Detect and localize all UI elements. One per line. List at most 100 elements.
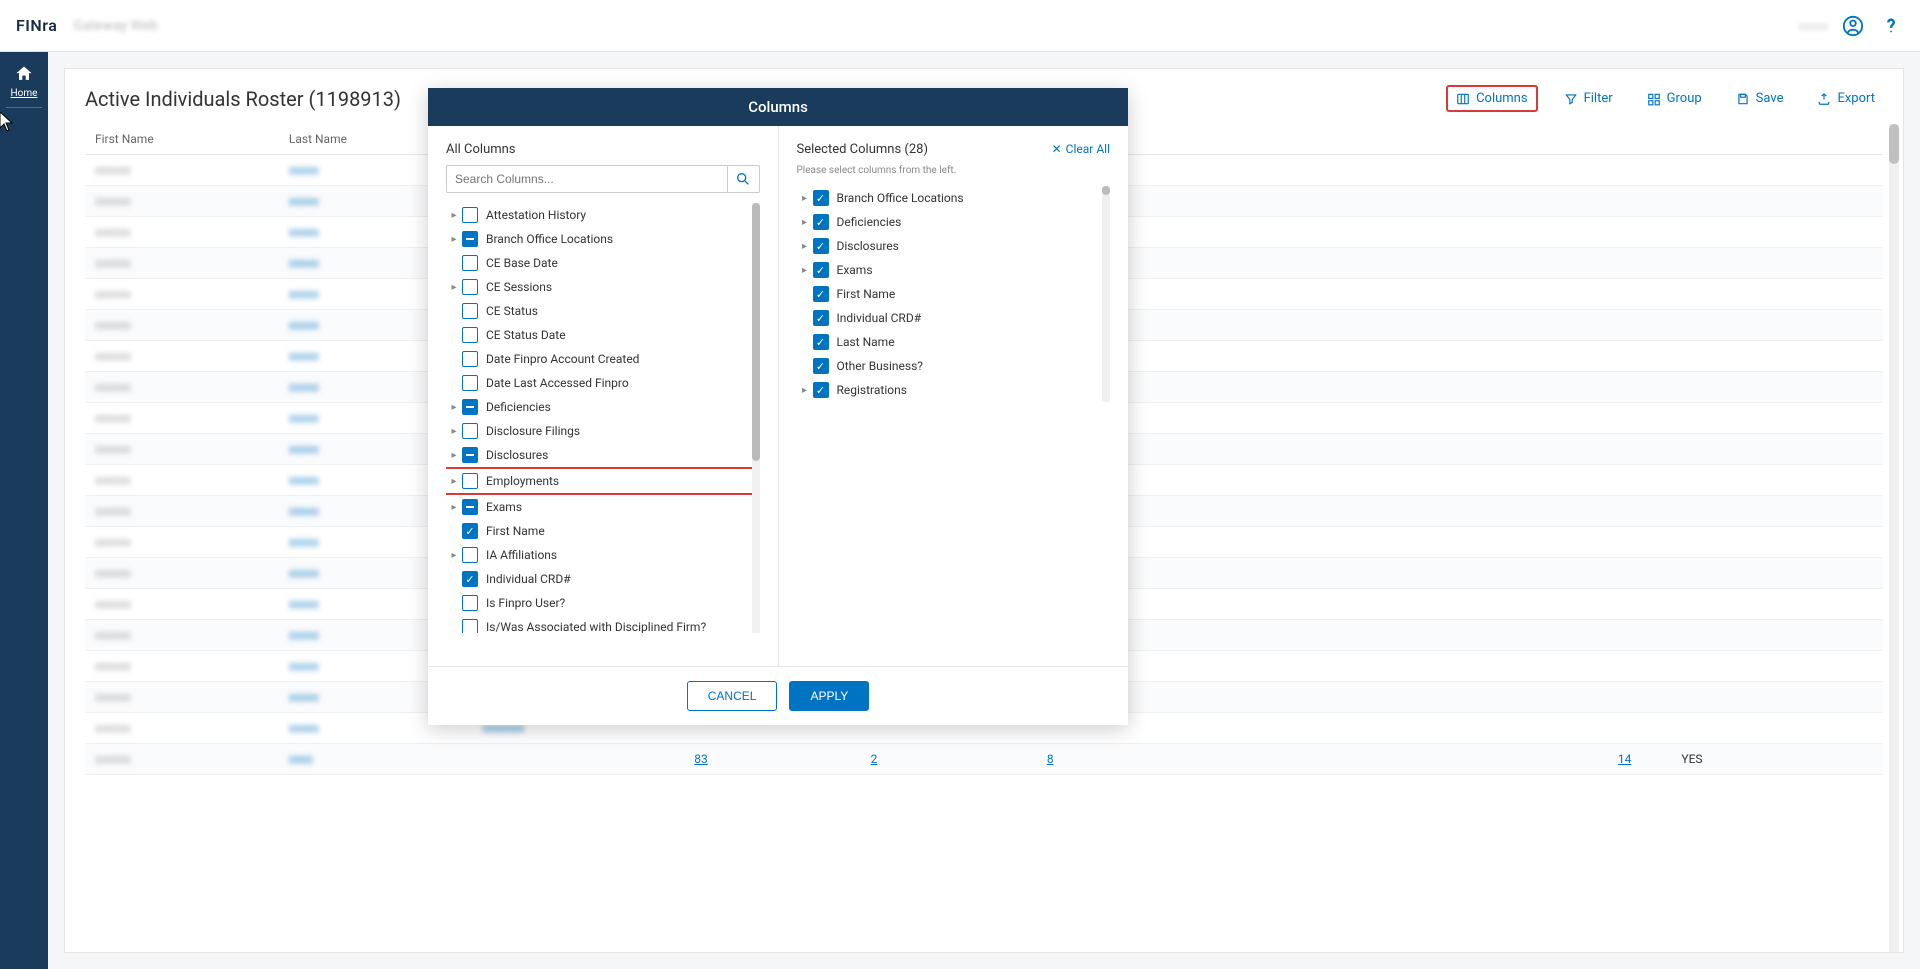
selected-column-option[interactable]: Individual CRD# xyxy=(797,306,1111,330)
selected-column-option[interactable]: Last Name xyxy=(797,330,1111,354)
checkbox[interactable] xyxy=(813,310,829,326)
checkbox[interactable] xyxy=(462,351,478,367)
column-option[interactable]: Individual CRD# xyxy=(446,567,760,591)
column-option[interactable]: ▸Disclosures xyxy=(446,443,760,467)
chevron-right-icon[interactable]: ▸ xyxy=(446,550,462,561)
selected-column-option[interactable]: ▸Registrations xyxy=(797,378,1111,402)
cell-link-2[interactable]: 2 xyxy=(871,752,878,766)
chevron-right-icon[interactable]: ▸ xyxy=(446,426,462,437)
column-option[interactable]: ▸CE Sessions xyxy=(446,275,760,299)
chevron-right-icon[interactable]: ▸ xyxy=(446,402,462,413)
chevron-right-icon[interactable]: ▸ xyxy=(797,217,813,228)
checkbox[interactable] xyxy=(813,262,829,278)
column-option[interactable]: ▸Exams xyxy=(446,495,760,519)
checkbox[interactable] xyxy=(462,523,478,539)
checkbox[interactable] xyxy=(813,358,829,374)
chevron-right-icon[interactable]: ▸ xyxy=(446,502,462,513)
chevron-right-icon[interactable]: ▸ xyxy=(797,241,813,252)
selected-column-option[interactable]: ▸Exams xyxy=(797,258,1111,282)
column-label: CE Base Date xyxy=(486,256,558,270)
checkbox[interactable] xyxy=(462,399,478,415)
checkbox[interactable] xyxy=(813,286,829,302)
all-columns-tree[interactable]: ▸Attestation History▸Branch Office Locat… xyxy=(446,203,760,633)
chevron-right-icon[interactable]: ▸ xyxy=(446,476,462,487)
column-option[interactable]: Date Finpro Account Created xyxy=(446,347,760,371)
checkbox[interactable] xyxy=(462,595,478,611)
checkbox[interactable] xyxy=(462,473,478,489)
search-button[interactable] xyxy=(728,165,760,193)
clear-all-button[interactable]: ✕ Clear All xyxy=(1052,142,1110,156)
chevron-right-icon[interactable]: ▸ xyxy=(797,193,813,204)
chevron-right-icon[interactable]: ▸ xyxy=(446,282,462,293)
cancel-button[interactable]: CANCEL xyxy=(687,681,778,711)
column-label: CE Status xyxy=(486,304,538,318)
checkbox[interactable] xyxy=(462,619,478,633)
column-option[interactable]: CE Status Date xyxy=(446,323,760,347)
cell-first-name: xxxxxx xyxy=(95,690,131,704)
sidebar-home[interactable]: Home xyxy=(0,52,48,107)
cell-last-name: xxxxx xyxy=(289,473,319,487)
cell-text-5: YES xyxy=(1681,752,1702,766)
column-option[interactable]: ▸Deficiencies xyxy=(446,395,760,419)
tree-scrollbar-left[interactable] xyxy=(752,203,760,633)
selected-column-option[interactable]: First Name xyxy=(797,282,1111,306)
group-button[interactable]: Group xyxy=(1639,87,1710,110)
chevron-right-icon[interactable]: ▸ xyxy=(797,385,813,396)
cell-link-4[interactable]: 14 xyxy=(1618,752,1632,766)
checkbox[interactable] xyxy=(813,334,829,350)
column-option[interactable]: Date Last Accessed Finpro xyxy=(446,371,760,395)
selected-column-option[interactable]: Other Business? xyxy=(797,354,1111,378)
selected-columns-tree[interactable]: ▸Branch Office Locations▸Deficiencies▸Di… xyxy=(797,186,1111,402)
cell-link-3[interactable]: 8 xyxy=(1047,752,1054,766)
help-icon[interactable] xyxy=(1878,13,1904,39)
selected-column-option[interactable]: ▸Branch Office Locations xyxy=(797,186,1111,210)
column-option[interactable]: ▸Attestation History xyxy=(446,203,760,227)
checkbox[interactable] xyxy=(462,327,478,343)
checkbox[interactable] xyxy=(813,238,829,254)
checkbox[interactable] xyxy=(462,207,478,223)
selected-column-option[interactable]: ▸Deficiencies xyxy=(797,210,1111,234)
tree-scrollbar-right[interactable] xyxy=(1102,186,1110,402)
columns-button[interactable]: Columns xyxy=(1446,85,1538,112)
chevron-right-icon[interactable]: ▸ xyxy=(446,210,462,221)
checkbox[interactable] xyxy=(462,499,478,515)
checkbox[interactable] xyxy=(462,571,478,587)
column-option[interactable]: ▸Employments xyxy=(446,467,760,495)
column-option[interactable]: ▸IA Affiliations xyxy=(446,543,760,567)
selected-column-option[interactable]: ▸Disclosures xyxy=(797,234,1111,258)
checkbox[interactable] xyxy=(462,547,478,563)
checkbox[interactable] xyxy=(813,214,829,230)
checkbox[interactable] xyxy=(462,255,478,271)
column-option[interactable]: Is/Was Associated with Disciplined Firm? xyxy=(446,615,760,633)
chevron-right-icon[interactable]: ▸ xyxy=(446,234,462,245)
column-option[interactable]: Is Finpro User? xyxy=(446,591,760,615)
group-icon xyxy=(1647,92,1661,106)
cell-link-1[interactable]: 83 xyxy=(694,752,708,766)
checkbox[interactable] xyxy=(462,447,478,463)
checkbox[interactable] xyxy=(813,190,829,206)
checkbox[interactable] xyxy=(462,423,478,439)
column-option[interactable]: CE Status xyxy=(446,299,760,323)
scroll-thumb[interactable] xyxy=(1889,124,1899,164)
apply-button[interactable]: APPLY xyxy=(789,681,869,711)
checkbox[interactable] xyxy=(462,303,478,319)
user-icon[interactable] xyxy=(1840,13,1866,39)
column-option[interactable]: First Name xyxy=(446,519,760,543)
table-row[interactable]: xxxxxxxxxx832814YES xyxy=(85,744,1883,775)
vertical-scrollbar[interactable] xyxy=(1889,124,1899,952)
export-button[interactable]: Export xyxy=(1809,87,1883,110)
checkbox[interactable] xyxy=(462,375,478,391)
checkbox[interactable] xyxy=(462,231,478,247)
column-option[interactable]: ▸Disclosure Filings xyxy=(446,419,760,443)
filter-button[interactable]: Filter xyxy=(1556,87,1621,110)
checkbox[interactable] xyxy=(813,382,829,398)
chevron-right-icon[interactable]: ▸ xyxy=(446,450,462,461)
save-button[interactable]: Save xyxy=(1728,87,1792,110)
th-hidden-4 xyxy=(1213,124,1671,155)
checkbox[interactable] xyxy=(462,279,478,295)
th-first-name[interactable]: First Name xyxy=(85,124,279,155)
search-columns-input[interactable] xyxy=(446,165,728,193)
column-option[interactable]: CE Base Date xyxy=(446,251,760,275)
column-option[interactable]: ▸Branch Office Locations xyxy=(446,227,760,251)
chevron-right-icon[interactable]: ▸ xyxy=(797,265,813,276)
